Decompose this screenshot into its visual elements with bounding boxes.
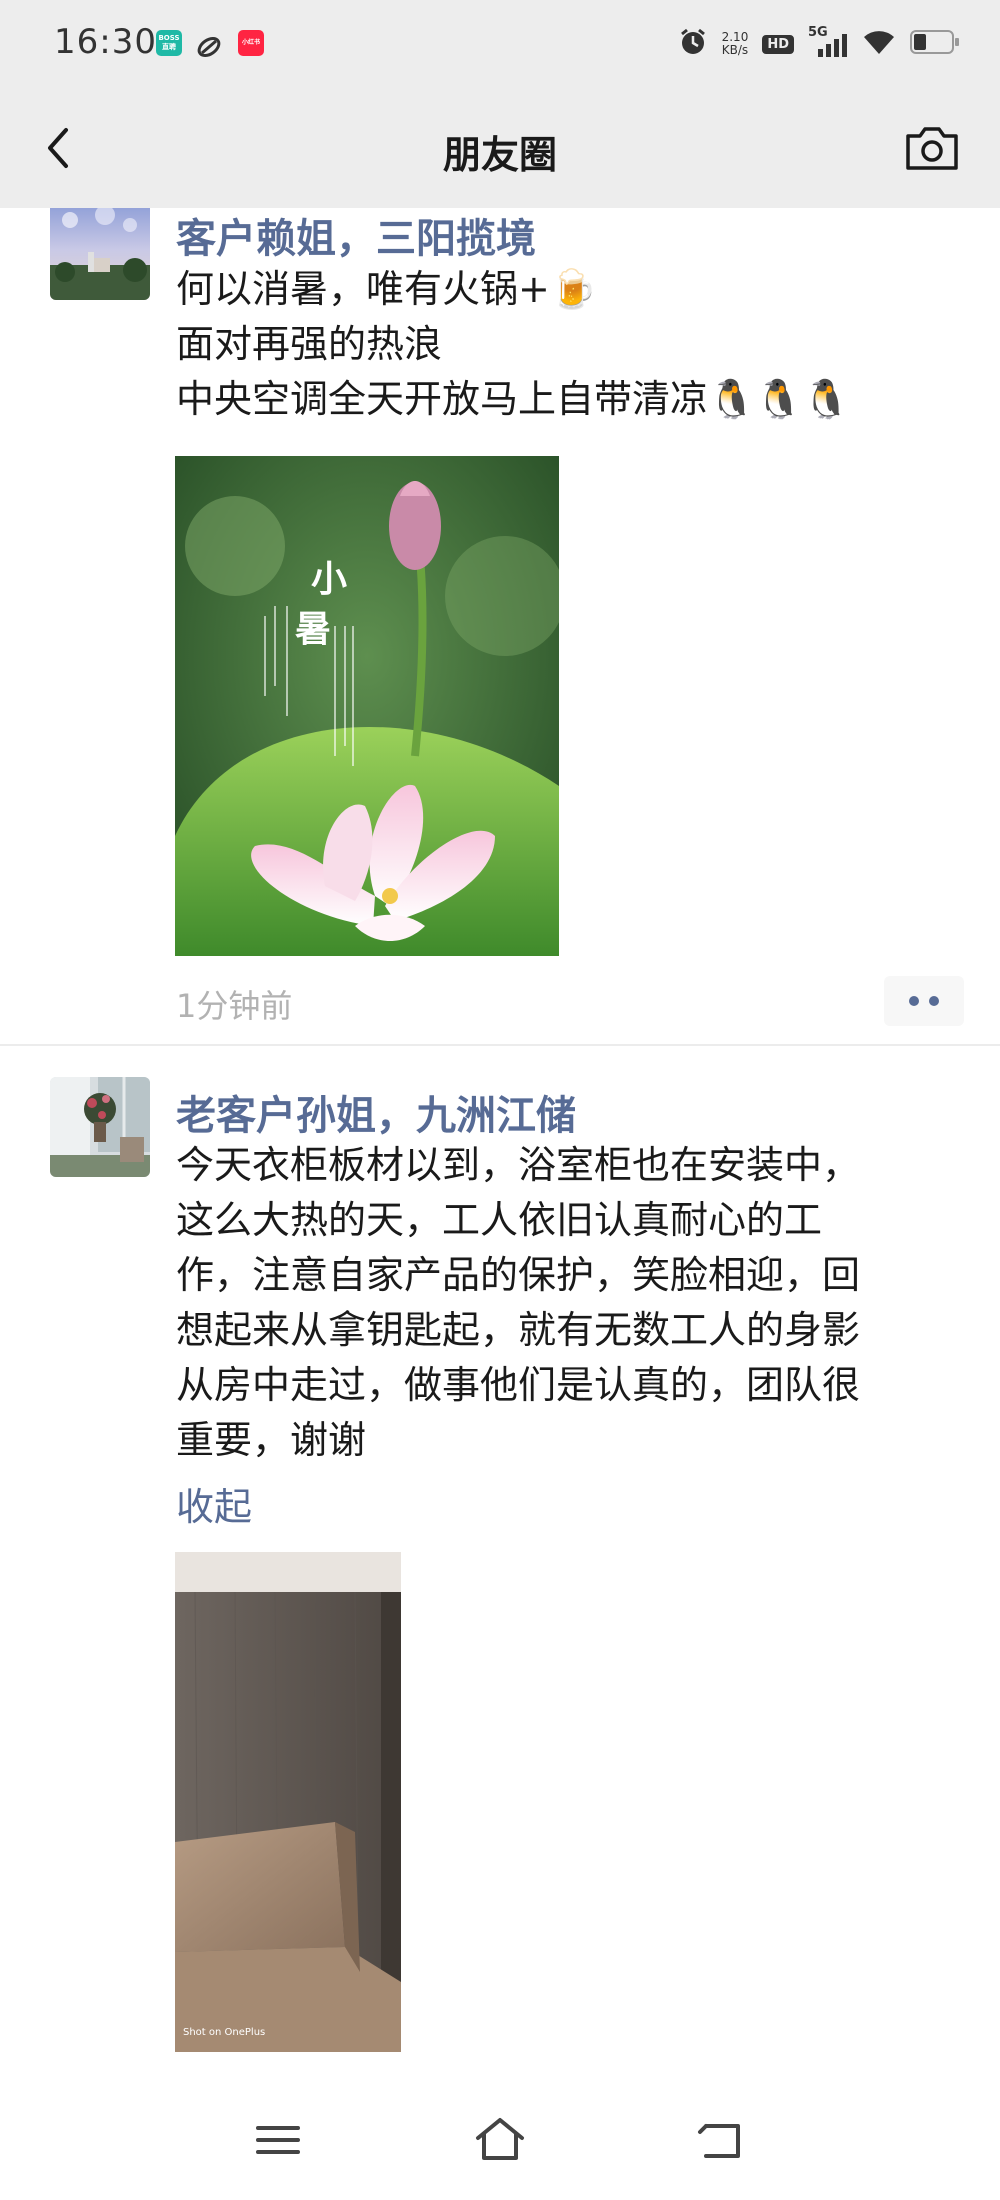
status-bar: 16:30 BOSS直聘 小红书 2.10 KB/s HD 5G — [0, 0, 1000, 90]
page-title: 朋友圈 — [442, 133, 557, 177]
menu-button[interactable] — [248, 2110, 308, 2170]
xiaohongshu-app-icon: 小红书 — [238, 30, 264, 56]
wifi-icon — [862, 28, 896, 60]
image-title-char: 暑 — [295, 608, 331, 650]
moments-feed[interactable]: 客户赖姐，三阳揽境 何以消暑，唯有火锅+🍺 面对再强的热浪 中央空调全天开放马上… — [0, 208, 1000, 2080]
post-text-line: 何以消暑，唯有火锅+🍺 — [176, 267, 598, 311]
post-text-line: 中央空调全天开放马上自带清凉🐧🐧🐧 — [176, 377, 850, 421]
post-text-line: 从房中走过，做事他们是认真的，团队很 — [176, 1363, 861, 1407]
net-speed: 2.10 KB/s — [721, 30, 749, 57]
battery-icon — [910, 29, 960, 59]
hd-badge: HD — [762, 34, 794, 54]
post-text-line: 面对再强的热浪 — [176, 322, 443, 366]
system-nav-bar — [0, 2080, 1000, 2200]
link-app-icon — [196, 30, 222, 58]
signal-icon: 5G — [808, 25, 848, 59]
camera-icon — [906, 127, 958, 170]
status-time: 16:30 — [54, 22, 157, 62]
post-time: 1分钟前 — [176, 987, 293, 1025]
home-icon — [476, 2118, 524, 2160]
menu-icon — [256, 2126, 300, 2154]
post-text: 今天衣柜板材以到，浴室柜也在安装中， 这么大热的天，工人依旧认真耐心的工 作，注… — [176, 1138, 966, 1468]
nav-bar: 朋友圈 — [0, 90, 1000, 208]
status-indicators: 2.10 KB/s HD 5G — [678, 24, 960, 64]
image-watermark: Shot on OnePlus — [183, 2027, 265, 2038]
post-text-line: 今天衣柜板材以到，浴室柜也在安装中， — [176, 1143, 861, 1187]
post-text-line: 重要，谢谢 — [176, 1418, 367, 1462]
back-nav-button[interactable] — [692, 2110, 752, 2170]
image-title-char: 小 — [311, 558, 347, 600]
post-divider — [0, 1044, 1000, 1046]
alarm-icon — [678, 27, 708, 61]
collapse-link[interactable]: 收起 — [176, 1476, 252, 1531]
avatar[interactable] — [50, 1077, 150, 1177]
home-button[interactable] — [470, 2110, 530, 2170]
post-text-line: 想起来从拿钥匙起，就有无数工人的身影 — [176, 1308, 861, 1352]
post-author[interactable]: 老客户孙姐，九洲江储 — [176, 1083, 576, 1141]
post-image-cabinet[interactable]: Shot on OnePlus — [175, 1552, 401, 2052]
dot-icon — [929, 996, 939, 1006]
boss-zhipin-app-icon: BOSS直聘 — [156, 30, 182, 56]
dot-icon — [909, 996, 919, 1006]
post-author[interactable]: 客户赖姐，三阳揽境 — [176, 208, 536, 264]
post-text-line: 这么大热的天，工人依旧认真耐心的工 — [176, 1198, 823, 1242]
post-text-line: 作，注意自家产品的保护，笑脸相迎，回 — [176, 1253, 861, 1297]
post-text: 何以消暑，唯有火锅+🍺 面对再强的热浪 中央空调全天开放马上自带清凉🐧🐧🐧 — [176, 262, 966, 427]
back-icon — [698, 2124, 740, 2158]
camera-button[interactable] — [902, 120, 962, 176]
avatar[interactable] — [50, 208, 150, 300]
more-actions-button[interactable] — [884, 976, 964, 1026]
post-image-lotus[interactable]: 小 暑 — [175, 456, 559, 956]
